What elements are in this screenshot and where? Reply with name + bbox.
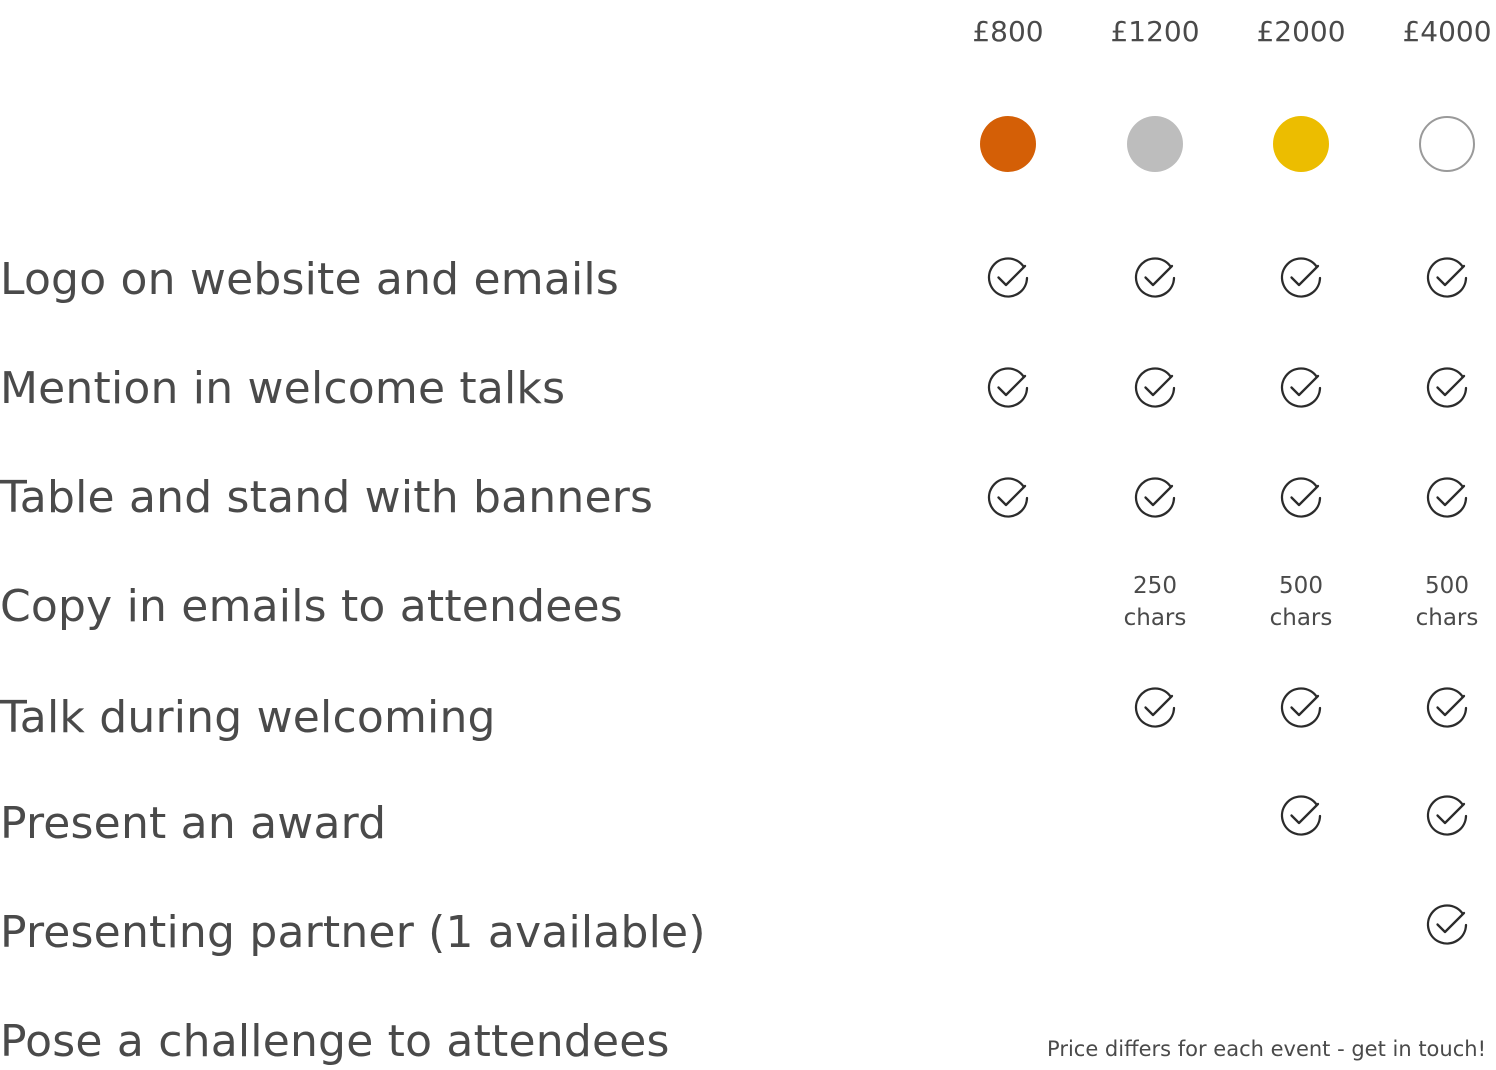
tier-dot-silver — [1127, 116, 1183, 172]
check-icon — [980, 360, 1036, 416]
tier-price-bronze: £800 — [972, 15, 1044, 48]
char-limit-unit: chars — [1269, 605, 1333, 631]
check-icon — [980, 250, 1036, 306]
check-icon — [1419, 680, 1475, 736]
check-icon — [1273, 250, 1329, 306]
check-icon — [1127, 680, 1183, 736]
check-icon — [1419, 360, 1475, 416]
char-limit-silver: 250 chars — [1105, 570, 1205, 634]
tier-price-platinum: £4000 — [1402, 15, 1492, 48]
check-icon — [1273, 470, 1329, 526]
check-icon — [1419, 250, 1475, 306]
check-icon — [1273, 360, 1329, 416]
check-icon — [1127, 250, 1183, 306]
feature-label-logo: Logo on website and emails — [0, 254, 619, 305]
check-icon — [980, 470, 1036, 526]
check-icon — [1273, 680, 1329, 736]
tier-price-gold: £2000 — [1256, 15, 1346, 48]
check-icon — [1127, 360, 1183, 416]
feature-label-presenting-partner: Presenting partner (1 available) — [0, 907, 706, 958]
tier-price-silver: £1200 — [1110, 15, 1200, 48]
check-icon — [1419, 897, 1475, 953]
char-limit-value: 250 — [1133, 573, 1177, 599]
char-limit-unit: chars — [1123, 605, 1187, 631]
feature-label-challenge: Pose a challenge to attendees — [0, 1016, 670, 1067]
feature-label-award: Present an award — [0, 798, 387, 849]
feature-label-talk: Talk during welcoming — [0, 692, 496, 743]
check-icon — [1127, 470, 1183, 526]
char-limit-unit: chars — [1415, 605, 1479, 631]
tier-dot-platinum — [1419, 116, 1475, 172]
char-limit-gold: 500 chars — [1251, 570, 1351, 634]
feature-label-mention: Mention in welcome talks — [0, 363, 566, 414]
tier-dot-gold — [1273, 116, 1329, 172]
check-icon — [1419, 470, 1475, 526]
feature-label-table-stand: Table and stand with banners — [0, 472, 654, 523]
char-limit-value: 500 — [1279, 573, 1323, 599]
challenge-price-note: Price differs for each event - get in to… — [1047, 1037, 1486, 1061]
char-limit-platinum: 500 chars — [1397, 570, 1496, 634]
char-limit-value: 500 — [1425, 573, 1469, 599]
tier-dot-bronze — [980, 116, 1036, 172]
feature-label-copy-emails: Copy in emails to attendees — [0, 581, 623, 632]
check-icon — [1419, 788, 1475, 844]
check-icon — [1273, 788, 1329, 844]
